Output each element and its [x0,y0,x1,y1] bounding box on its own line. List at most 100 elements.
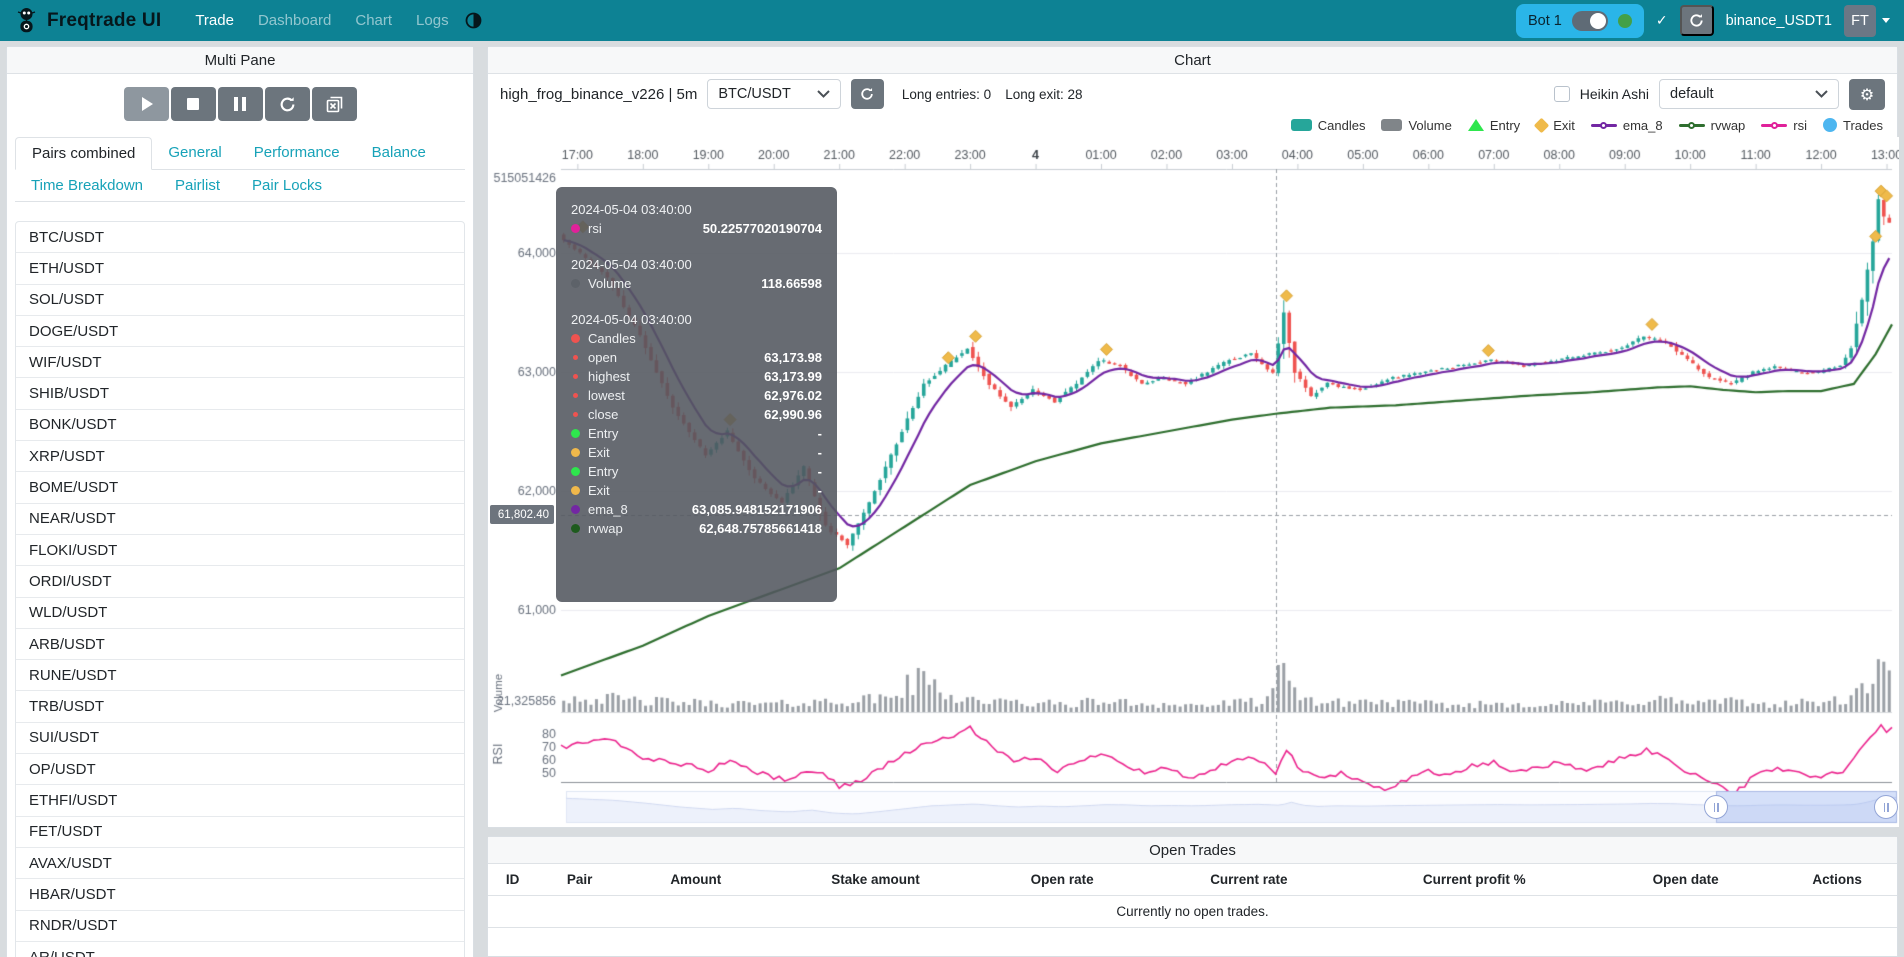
legend-item-rsi[interactable]: rsi [1761,118,1807,133]
stop-button[interactable] [171,87,216,121]
theme-toggle-icon[interactable] [465,12,482,29]
multi-pane-tabs: Pairs combined General Performance Balan… [7,137,473,202]
list-item-sol[interactable]: SOL/USDT [16,285,464,316]
entry-marker-icon [1468,119,1484,131]
col-id[interactable]: ID [488,864,537,896]
pairs-list: BTC/USDT ETH/USDT SOL/USDT DOGE/USDT WIF… [15,221,465,957]
cancel-open-orders-button[interactable] [312,87,357,121]
bot-online-dot [1618,14,1632,28]
legend-item-rvwap[interactable]: rvwap [1679,118,1746,133]
play-button[interactable] [124,87,169,121]
list-item-rndr[interactable]: RNDR/USDT [16,911,464,942]
list-item-doge[interactable]: DOGE/USDT [16,316,464,347]
col-amount[interactable]: Amount [622,864,770,896]
list-item-eth[interactable]: ETH/USDT [16,253,464,284]
candlestick-chart[interactable] [488,137,1899,827]
legend-item-entry[interactable]: Entry [1468,118,1520,133]
list-item-hbar[interactable]: HBAR/USDT [16,879,464,910]
col-stake-amount[interactable]: Stake amount [770,864,981,896]
list-item-bonk[interactable]: BONK/USDT [16,410,464,441]
list-item-op[interactable]: OP/USDT [16,754,464,785]
list-item-trb[interactable]: TRB/USDT [16,691,464,722]
legend-item-candles[interactable]: Candles [1291,118,1366,133]
list-item-avax[interactable]: AVAX/USDT [16,848,464,879]
col-actions[interactable]: Actions [1777,864,1897,896]
multi-pane-panel: Multi Pane Pairs combined [6,46,474,957]
top-navbar: Freqtrade UI Trade Dashboard Chart Logs … [0,0,1904,41]
tab-balance[interactable]: Balance [356,137,442,169]
plot-settings-button[interactable]: ⚙ [1849,79,1885,110]
brand-title: Freqtrade UI [47,10,161,32]
list-item-ar[interactable]: AR/USDT [16,942,464,957]
play-icon [142,97,153,111]
bot-name: Bot 1 [1528,13,1562,29]
list-item-sui[interactable]: SUI/USDT [16,723,464,754]
navbar-right: Bot 1 ✓ binance_USDT1 FT [1516,4,1890,38]
legend-label: Trades [1843,118,1883,133]
col-open-rate[interactable]: Open rate [981,864,1143,896]
rvwap-marker-icon [1679,124,1705,127]
datazoom-right-handle[interactable] [1874,795,1898,819]
rsi-marker-icon [1761,124,1787,127]
candles-marker-icon [1291,119,1312,131]
legend-item-volume[interactable]: Volume [1381,118,1451,133]
tab-pair-locks[interactable]: Pair Locks [236,170,338,201]
list-item-rune[interactable]: RUNE/USDT [16,660,464,691]
refresh-chart-button[interactable] [851,79,884,109]
col-current-profit[interactable]: Current profit % [1355,864,1595,896]
tab-general[interactable]: General [152,137,237,169]
list-item-bome[interactable]: BOME/USDT [16,472,464,503]
nav-item-trade[interactable]: Trade [183,12,246,29]
nav-item-logs[interactable]: Logs [404,12,461,29]
heikin-ashi-checkbox[interactable] [1554,86,1570,102]
nav-item-chart[interactable]: Chart [343,12,404,29]
bot-toggle[interactable] [1572,11,1608,31]
list-item-fet[interactable]: FET/USDT [16,817,464,848]
col-pair[interactable]: Pair [537,864,622,896]
legend-label: Volume [1408,118,1451,133]
chevron-down-icon [1882,18,1890,23]
list-item-btc[interactable]: BTC/USDT [16,222,464,253]
list-item-ordi[interactable]: ORDI/USDT [16,566,464,597]
pause-icon [234,97,246,111]
list-item-wld[interactable]: WLD/USDT [16,598,464,629]
trades-marker-icon [1823,118,1837,132]
legend-item-ema8[interactable]: ema_8 [1591,118,1663,133]
tab-time-breakdown[interactable]: Time Breakdown [15,170,159,201]
open-trades-table: ID Pair Amount Stake amount Open rate Cu… [488,864,1897,928]
tab-pairlist[interactable]: Pairlist [159,170,236,201]
tab-pairs-combined[interactable]: Pairs combined [15,137,152,170]
tab-performance[interactable]: Performance [238,137,356,169]
current-price-label: 61,802.40 [490,505,554,524]
ema8-marker-icon [1591,124,1617,127]
user-menu[interactable]: FT [1844,5,1890,37]
col-current-rate[interactable]: Current rate [1143,864,1354,896]
bot-selector[interactable]: Bot 1 [1516,4,1644,38]
list-item-arb[interactable]: ARB/USDT [16,629,464,660]
gear-icon: ⚙ [1860,85,1874,104]
pair-select[interactable]: BTC/USDT [707,79,841,109]
nav-item-dashboard[interactable]: Dashboard [246,12,343,29]
brand[interactable]: Freqtrade UI [14,7,161,34]
list-item-ethfi[interactable]: ETHFI/USDT [16,785,464,816]
list-item-wif[interactable]: WIF/USDT [16,347,464,378]
list-item-xrp[interactable]: XRP/USDT [16,441,464,472]
chevron-down-icon [817,90,830,98]
long-exit-count: Long exit: 28 [1005,87,1082,102]
legend-label: ema_8 [1623,118,1663,133]
plot-config-select[interactable]: default [1659,79,1839,109]
robot-logo-icon [14,7,39,34]
freqtrade-app: Freqtrade UI Trade Dashboard Chart Logs … [0,0,1904,957]
legend-item-trades[interactable]: Trades [1823,118,1883,133]
list-item-near[interactable]: NEAR/USDT [16,504,464,535]
refresh-bot-button[interactable] [1680,5,1714,36]
list-item-shib[interactable]: SHIB/USDT [16,378,464,409]
datazoom-left-handle[interactable] [1704,795,1728,819]
volume-marker-icon [1381,119,1402,131]
pause-button[interactable] [218,87,263,121]
reload-config-button[interactable] [265,87,310,121]
legend-item-exit[interactable]: Exit [1536,118,1575,133]
col-open-date[interactable]: Open date [1594,864,1777,896]
signal-counts: Long entries: 0 Long exit: 28 [902,87,1083,102]
list-item-floki[interactable]: FLOKI/USDT [16,535,464,566]
